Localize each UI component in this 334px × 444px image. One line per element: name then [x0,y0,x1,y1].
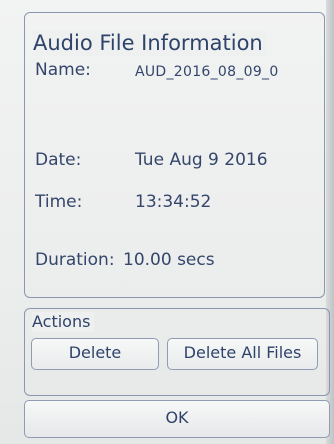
duration-label: Duration: [35,250,115,270]
delete-all-files-button[interactable]: Delete All Files [167,338,318,370]
time-label: Time: [35,192,83,212]
date-value: Tue Aug 9 2016 [135,150,268,170]
ok-button[interactable]: OK [24,400,330,438]
delete-button[interactable]: Delete [31,338,159,370]
dialog-title: Audio File Information [33,30,267,56]
duration-value: 10.00 secs [123,250,215,270]
time-value: 13:34:52 [135,192,212,212]
actions-title: Actions [32,312,95,332]
name-value: AUD_2016_08_09_0 [135,64,279,80]
name-label: Name: [35,60,91,80]
audio-file-info-screen: Audio File Information Name: AUD_2016_08… [0,0,334,444]
date-label: Date: [35,150,82,170]
